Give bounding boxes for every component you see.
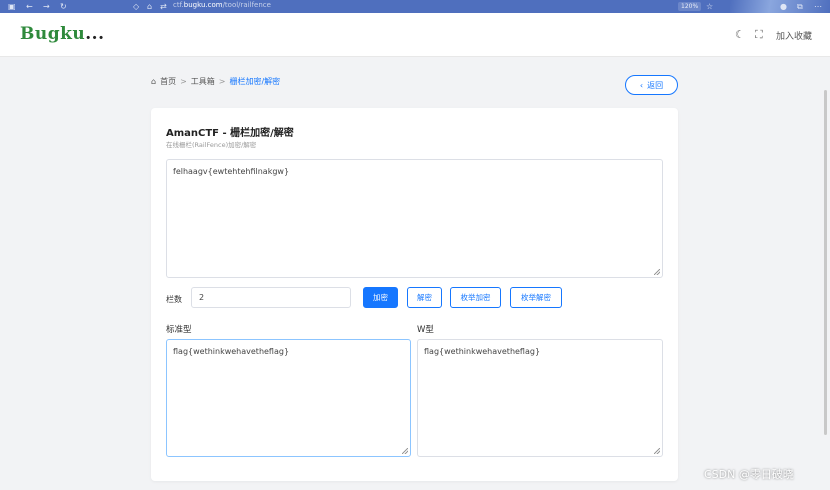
w-output-textarea[interactable]: flag{wethinkwehavetheflag}: [417, 339, 663, 457]
enum-encrypt-button[interactable]: 枚举加密: [450, 287, 501, 308]
watermark: CSDN @零日破晓: [704, 468, 794, 481]
add-favorite-link[interactable]: 加入收藏: [776, 29, 812, 42]
railfence-tool-card: AmanCTF - 栅栏加密/解密 在线栅栏(RailFence)加密/解密 f…: [151, 108, 678, 481]
back-arrow-icon[interactable]: ←: [26, 0, 33, 13]
address-bar[interactable]: ctf.bugku.com/tool/railfence: [173, 1, 271, 9]
back-button-label: 返回: [647, 80, 664, 90]
window-icon[interactable]: ▣: [8, 0, 16, 13]
page-title: AmanCTF - 栅栏加密/解密: [166, 128, 294, 139]
extensions-icon[interactable]: ⧉: [797, 0, 803, 13]
rails-input[interactable]: 2: [191, 287, 351, 308]
w-output-text: flag{wethinkwehavetheflag}: [424, 347, 541, 356]
breadcrumb-home[interactable]: 首页: [160, 76, 176, 87]
lock-icon[interactable]: ⌂: [147, 0, 152, 13]
fullscreen-icon[interactable]: ⛶: [755, 28, 763, 42]
resize-handle-icon[interactable]: [654, 269, 660, 275]
breadcrumb-tools[interactable]: 工具箱: [191, 76, 215, 87]
page-subtitle: 在线栅栏(RailFence)加密/解密: [166, 141, 257, 149]
shield-icon[interactable]: ◇: [133, 0, 139, 13]
standard-label: 标准型: [166, 325, 192, 335]
zoom-badge[interactable]: 120%: [678, 2, 702, 11]
back-button[interactable]: ‹ 返回: [625, 75, 678, 95]
site-settings-icon[interactable]: ⇄: [160, 0, 167, 13]
enum-decrypt-button[interactable]: 枚举解密: [510, 287, 562, 308]
forward-arrow-icon[interactable]: →: [43, 0, 50, 13]
menu-icon[interactable]: ⋯: [814, 0, 822, 13]
input-textarea[interactable]: felhaagv{ewtehtehfilnakgw}: [166, 159, 663, 278]
standard-output-textarea[interactable]: flag{wethinkwehavetheflag}: [166, 339, 411, 457]
breadcrumb-separator: >: [218, 77, 226, 86]
breadcrumb-separator: >: [180, 77, 187, 86]
input-text: felhaagv{ewtehtehfilnakgw}: [173, 167, 290, 176]
decrypt-button[interactable]: 解密: [407, 287, 442, 308]
chevron-left-icon: ‹: [639, 80, 644, 90]
star-icon[interactable]: ☆: [706, 0, 713, 13]
resize-handle-icon[interactable]: [402, 448, 408, 454]
page-scrollbar[interactable]: [824, 90, 827, 435]
reload-icon[interactable]: ↻: [60, 0, 67, 13]
resize-handle-icon[interactable]: [654, 448, 660, 454]
browser-toolbar: ▣ ← → ↻ ◇ ⌂ ⇄ ctf.bugku.com/tool/railfen…: [0, 0, 830, 13]
w-type-label: W型: [417, 325, 434, 335]
avatar[interactable]: ●: [780, 0, 787, 13]
site-logo[interactable]: Bugku...: [20, 24, 105, 44]
rails-label: 栏数: [166, 295, 182, 304]
standard-output-text: flag{wethinkwehavetheflag}: [173, 347, 290, 356]
home-icon[interactable]: ⌂: [151, 77, 156, 86]
site-header: Bugku... ☾ ⛶ 加入收藏: [0, 13, 830, 57]
breadcrumb-current: 栅栏加密/解密: [229, 77, 281, 86]
moon-icon[interactable]: ☾: [735, 28, 745, 41]
encrypt-button[interactable]: 加密: [363, 287, 398, 308]
breadcrumb: ⌂ 首页 > 工具箱 > 栅栏加密/解密: [151, 76, 280, 87]
